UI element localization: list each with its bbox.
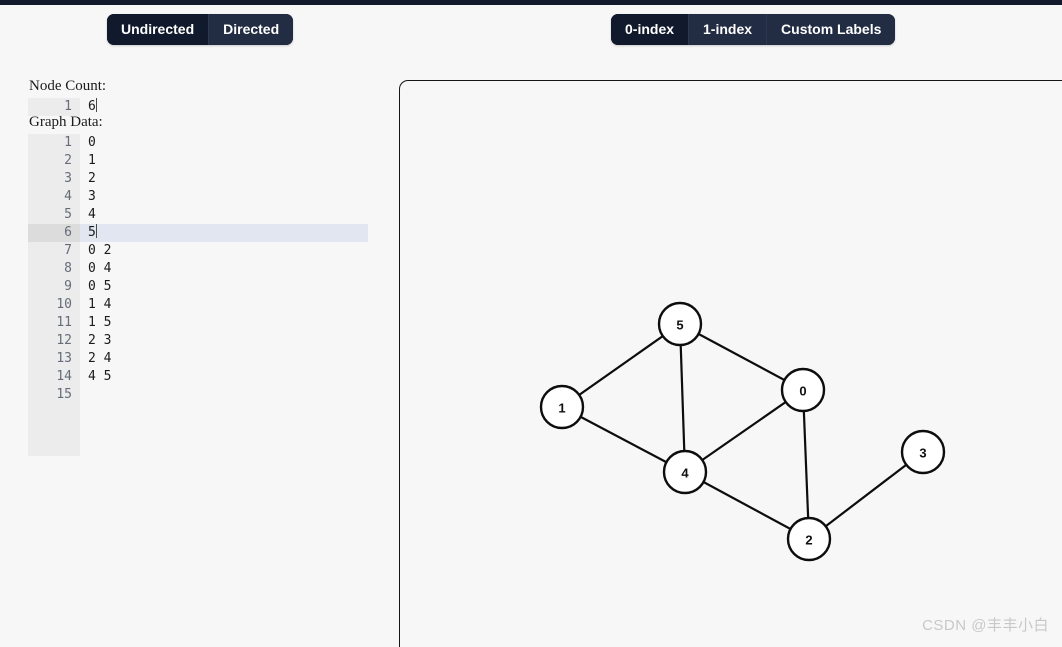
line-number: 5 [64,207,72,222]
graph-canvas-panel[interactable]: 0 1 2 3 4 5 [399,80,1062,647]
line-content[interactable]: 2 [80,170,368,188]
graph-node[interactable]: 0 [780,367,826,413]
node-label: 2 [805,533,812,548]
node-label: 5 [676,318,683,333]
editor-line[interactable]: 9 0 5 [28,278,368,296]
line-content[interactable]: 0 [80,134,368,152]
line-number: 7 [64,243,72,258]
line-number: 14 [56,369,72,384]
graph-data-lines[interactable]: 10213243546570 280 490 5 10 1 4 11 1 5 12 2 31… [28,134,368,404]
node-label: 0 [799,384,806,399]
line-content[interactable]: 2 4 [80,350,368,368]
editor-line[interactable]: 54 [28,206,368,224]
line-content[interactable]: 0 5 [80,278,368,296]
line-content[interactable]: 2 3 [80,332,368,350]
editor-line[interactable]: 65 [28,224,368,242]
line-number: 15 [56,387,72,402]
line-number: 2 [64,153,72,168]
line-number: 11 [56,315,72,330]
node-label: 3 [919,446,926,461]
graph-data-editor[interactable]: 10213243546570 280 490 5 10 1 4 11 1 5 12 2 31… [28,134,368,456]
line-content[interactable]: 3 [80,188,368,206]
top-dark-strip [0,0,1062,5]
toggle-zero-index-button[interactable]: 0-index [611,14,689,45]
editor-line[interactable]: 10 [28,134,368,152]
editor-line[interactable]: 32 [28,170,368,188]
node-label: 1 [558,401,565,416]
line-number: 4 [64,189,72,204]
line-content[interactable]: 5 [80,224,368,242]
line-content[interactable]: 0 2 [80,242,368,260]
line-content[interactable]: 4 5 [80,368,368,386]
graph-edge [801,389,811,540]
graph-node[interactable]: 4 [662,449,708,495]
editor-line[interactable]: 14 4 5 [28,368,368,386]
line-content[interactable]: 6 [80,98,368,116]
line-number: 8 [64,261,72,276]
app-root: Undirected Directed 0-index 1-index Cust… [0,0,1062,647]
toggle-undirected-button[interactable]: Undirected [107,14,209,45]
toggle-one-index-button[interactable]: 1-index [688,14,767,45]
editor-line[interactable]: 21 [28,152,368,170]
editor-line[interactable]: 8 0 4 [28,260,368,278]
line-content[interactable] [80,386,368,404]
editor-line[interactable]: 43 [28,188,368,206]
line-content[interactable]: 1 [80,152,368,170]
editor-line[interactable]: 10 1 4 [28,296,368,314]
line-number: 6 [28,224,80,242]
line-number: 10 [56,297,72,312]
editor-line[interactable]: 7 0 2 [28,242,368,260]
editor-line[interactable]: 11 1 5 [28,314,368,332]
graph-node[interactable]: 1 [539,384,585,430]
toggle-custom-labels-button[interactable]: Custom Labels [766,14,896,45]
line-content[interactable]: 0 4 [80,260,368,278]
input-panel: Node Count: 16 Graph Data: 1021324354657… [0,62,399,647]
text-cursor [95,98,97,112]
toggle-directed-button[interactable]: Directed [208,14,294,45]
line-number: 3 [64,171,72,186]
node-indexing-toggle[interactable]: 0-index 1-index Custom Labels [611,14,896,45]
line-content[interactable]: 1 4 [80,296,368,314]
graph-visualization[interactable]: 0 1 2 3 4 5 [400,81,1062,647]
editor-line[interactable]: 15 [28,386,368,404]
graph-node[interactable]: 5 [657,301,703,347]
line-number: 13 [56,351,72,366]
line-number: 9 [64,279,72,294]
line-number: 1 [64,135,72,150]
graph-direction-toggle[interactable]: Undirected Directed [107,14,294,45]
graph-node[interactable]: 2 [786,516,832,562]
line-content[interactable]: 4 [80,206,368,224]
graph-edge [678,323,687,473]
line-number: 12 [56,333,72,348]
node-label: 4 [681,466,689,481]
graph-node[interactable]: 3 [900,429,946,475]
text-cursor [95,224,97,238]
watermark-text: CSDN @丰丰小白 [922,617,1049,634]
graph-data-label: Graph Data: [29,114,103,130]
node-count-label: Node Count: [29,78,107,94]
line-content[interactable]: 1 5 [80,314,368,332]
editor-line[interactable]: 13 2 4 [28,350,368,368]
editor-line[interactable]: 12 2 3 [28,332,368,350]
